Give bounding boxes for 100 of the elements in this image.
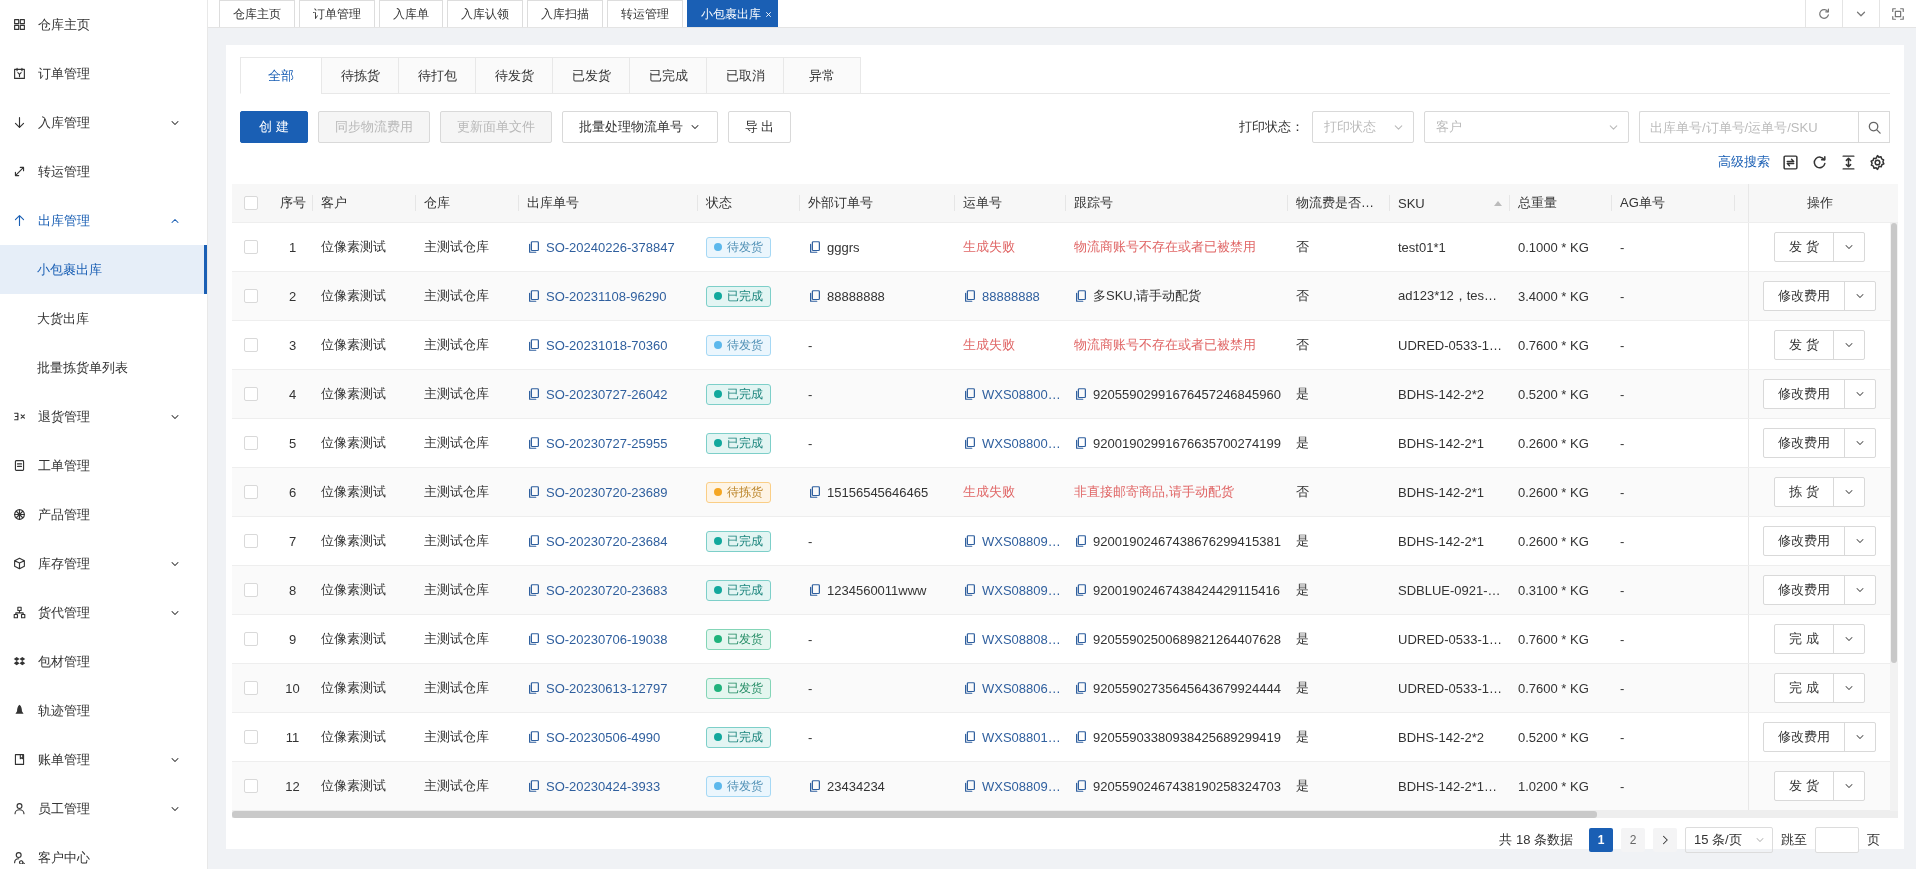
page-tab[interactable]: 仓库主页 (219, 0, 295, 27)
action-button[interactable]: 创 建 (240, 111, 308, 143)
copy-icon[interactable] (963, 436, 977, 450)
order-link[interactable]: SO-20230706-19038 (546, 631, 668, 647)
checkbox[interactable] (244, 436, 258, 450)
split-button[interactable]: 发 货 (1774, 771, 1865, 801)
sidebar-subitem[interactable]: 批量拣货单列表 (0, 343, 207, 392)
search-button[interactable] (1858, 111, 1890, 143)
waybill-link[interactable]: WXS08800… (982, 386, 1061, 402)
copy-icon[interactable] (808, 289, 822, 303)
waybill-link[interactable]: WXS08808… (982, 631, 1061, 647)
page-tab[interactable]: 小包裹出库 (687, 0, 778, 27)
sidebar-item[interactable]: 转运管理 (0, 147, 207, 196)
order-link[interactable]: SO-20230727-26042 (546, 386, 668, 402)
copy-icon[interactable] (1074, 583, 1088, 597)
split-button[interactable]: 发 货 (1774, 232, 1865, 262)
status-tab[interactable]: 全部 (240, 57, 322, 94)
copy-icon[interactable] (808, 240, 822, 254)
status-tab[interactable]: 异常 (783, 57, 861, 94)
waybill-link[interactable]: WXS08806… (982, 680, 1061, 696)
order-link[interactable]: SO-20231108-96290 (546, 288, 667, 304)
sidebar-subitem[interactable]: 大货出库 (0, 294, 207, 343)
copy-icon[interactable] (963, 387, 977, 401)
checkbox[interactable] (244, 730, 258, 744)
copy-icon[interactable] (1074, 387, 1088, 401)
waybill-link[interactable]: WXS08801… (982, 729, 1061, 745)
copy-icon[interactable] (527, 681, 541, 695)
order-link[interactable]: SO-20240226-378847 (546, 239, 675, 255)
sidebar-item[interactable]: 包材管理 (0, 637, 207, 686)
scrollbar-thumb[interactable] (232, 811, 1597, 818)
copy-icon[interactable] (1074, 289, 1088, 303)
page-input[interactable] (1815, 827, 1859, 853)
copy-icon[interactable] (963, 583, 977, 597)
page-button[interactable]: 1 (1589, 828, 1613, 852)
sidebar-item[interactable]: 入库管理 (0, 98, 207, 147)
split-button[interactable]: 修改费用 (1763, 428, 1876, 458)
page-button[interactable]: 2 (1621, 828, 1645, 852)
sidebar-item[interactable]: 产品管理 (0, 490, 207, 539)
waybill-link[interactable]: WXS08809… (982, 582, 1061, 598)
copy-icon[interactable] (808, 485, 822, 499)
copy-icon[interactable] (1074, 534, 1088, 548)
status-tab[interactable]: 已发货 (552, 57, 630, 94)
refresh-icon[interactable] (1811, 153, 1828, 171)
checkbox[interactable] (244, 289, 258, 303)
sidebar-item[interactable]: 工单管理 (0, 441, 207, 490)
split-button[interactable]: 修改费用 (1763, 379, 1876, 409)
sidebar-item[interactable]: 轨迹管理 (0, 686, 207, 735)
copy-icon[interactable] (963, 534, 977, 548)
copy-icon[interactable] (963, 632, 977, 646)
sidebar-item[interactable]: 出库管理 (0, 196, 207, 245)
status-tab[interactable]: 待打包 (398, 57, 476, 94)
column-header[interactable]: SKU (1390, 184, 1510, 222)
split-button[interactable]: 修改费用 (1763, 722, 1876, 752)
split-button[interactable]: 修改费用 (1763, 281, 1876, 311)
copy-icon[interactable] (963, 681, 977, 695)
order-link[interactable]: SO-20230727-25955 (546, 435, 668, 451)
sidebar-item[interactable]: 客户中心 (0, 833, 207, 869)
order-link[interactable]: SO-20230613-12797 (546, 680, 668, 696)
copy-icon[interactable] (527, 485, 541, 499)
copy-icon[interactable] (1074, 779, 1088, 793)
checkbox[interactable] (244, 632, 258, 646)
split-button[interactable]: 发 货 (1774, 330, 1865, 360)
sidebar-item[interactable]: 订单管理 (0, 49, 207, 98)
copy-icon[interactable] (808, 779, 822, 793)
sidebar-item[interactable]: 货代管理 (0, 588, 207, 637)
sidebar-item[interactable]: 退货管理 (0, 392, 207, 441)
order-link[interactable]: SO-20230424-3933 (546, 778, 661, 794)
checkbox[interactable] (244, 534, 258, 548)
copy-icon[interactable] (1074, 436, 1088, 450)
split-button[interactable]: 修改费用 (1763, 526, 1876, 556)
copy-icon[interactable] (527, 240, 541, 254)
dropdown-button[interactable]: 批量处理物流单号 (561, 111, 718, 143)
checkbox[interactable] (244, 338, 258, 352)
copy-icon[interactable] (527, 632, 541, 646)
page-tab[interactable]: 订单管理 (299, 0, 375, 27)
status-tab[interactable]: 待发货 (475, 57, 553, 94)
copy-icon[interactable] (527, 730, 541, 744)
copy-icon[interactable] (527, 583, 541, 597)
copy-icon[interactable] (527, 436, 541, 450)
checkbox[interactable] (244, 779, 258, 793)
split-button[interactable]: 完 成 (1774, 673, 1865, 703)
fullscreen-icon[interactable] (1891, 6, 1905, 21)
page-tab[interactable]: 入库单 (379, 0, 443, 27)
split-button[interactable]: 完 成 (1774, 624, 1865, 654)
status-tab[interactable]: 已完成 (629, 57, 707, 94)
copy-icon[interactable] (808, 583, 822, 597)
order-link[interactable]: SO-20231018-70360 (546, 337, 668, 353)
search-field[interactable]: 出库单号/订单号/运单号/SKU (1639, 111, 1858, 143)
waybill-link[interactable]: WXS08800… (982, 435, 1061, 451)
copy-icon[interactable] (963, 730, 977, 744)
copy-icon[interactable] (1074, 681, 1088, 695)
copy-icon[interactable] (1074, 730, 1088, 744)
status-tab[interactable]: 待拣货 (321, 57, 399, 94)
column-height-icon[interactable] (1840, 153, 1857, 171)
order-link[interactable]: SO-20230506-4990 (546, 729, 661, 745)
copy-icon[interactable] (527, 534, 541, 548)
waybill-link[interactable]: 88888888 (982, 288, 1040, 304)
copy-icon[interactable] (527, 387, 541, 401)
checkbox[interactable] (244, 681, 258, 695)
copy-icon[interactable] (963, 289, 977, 303)
